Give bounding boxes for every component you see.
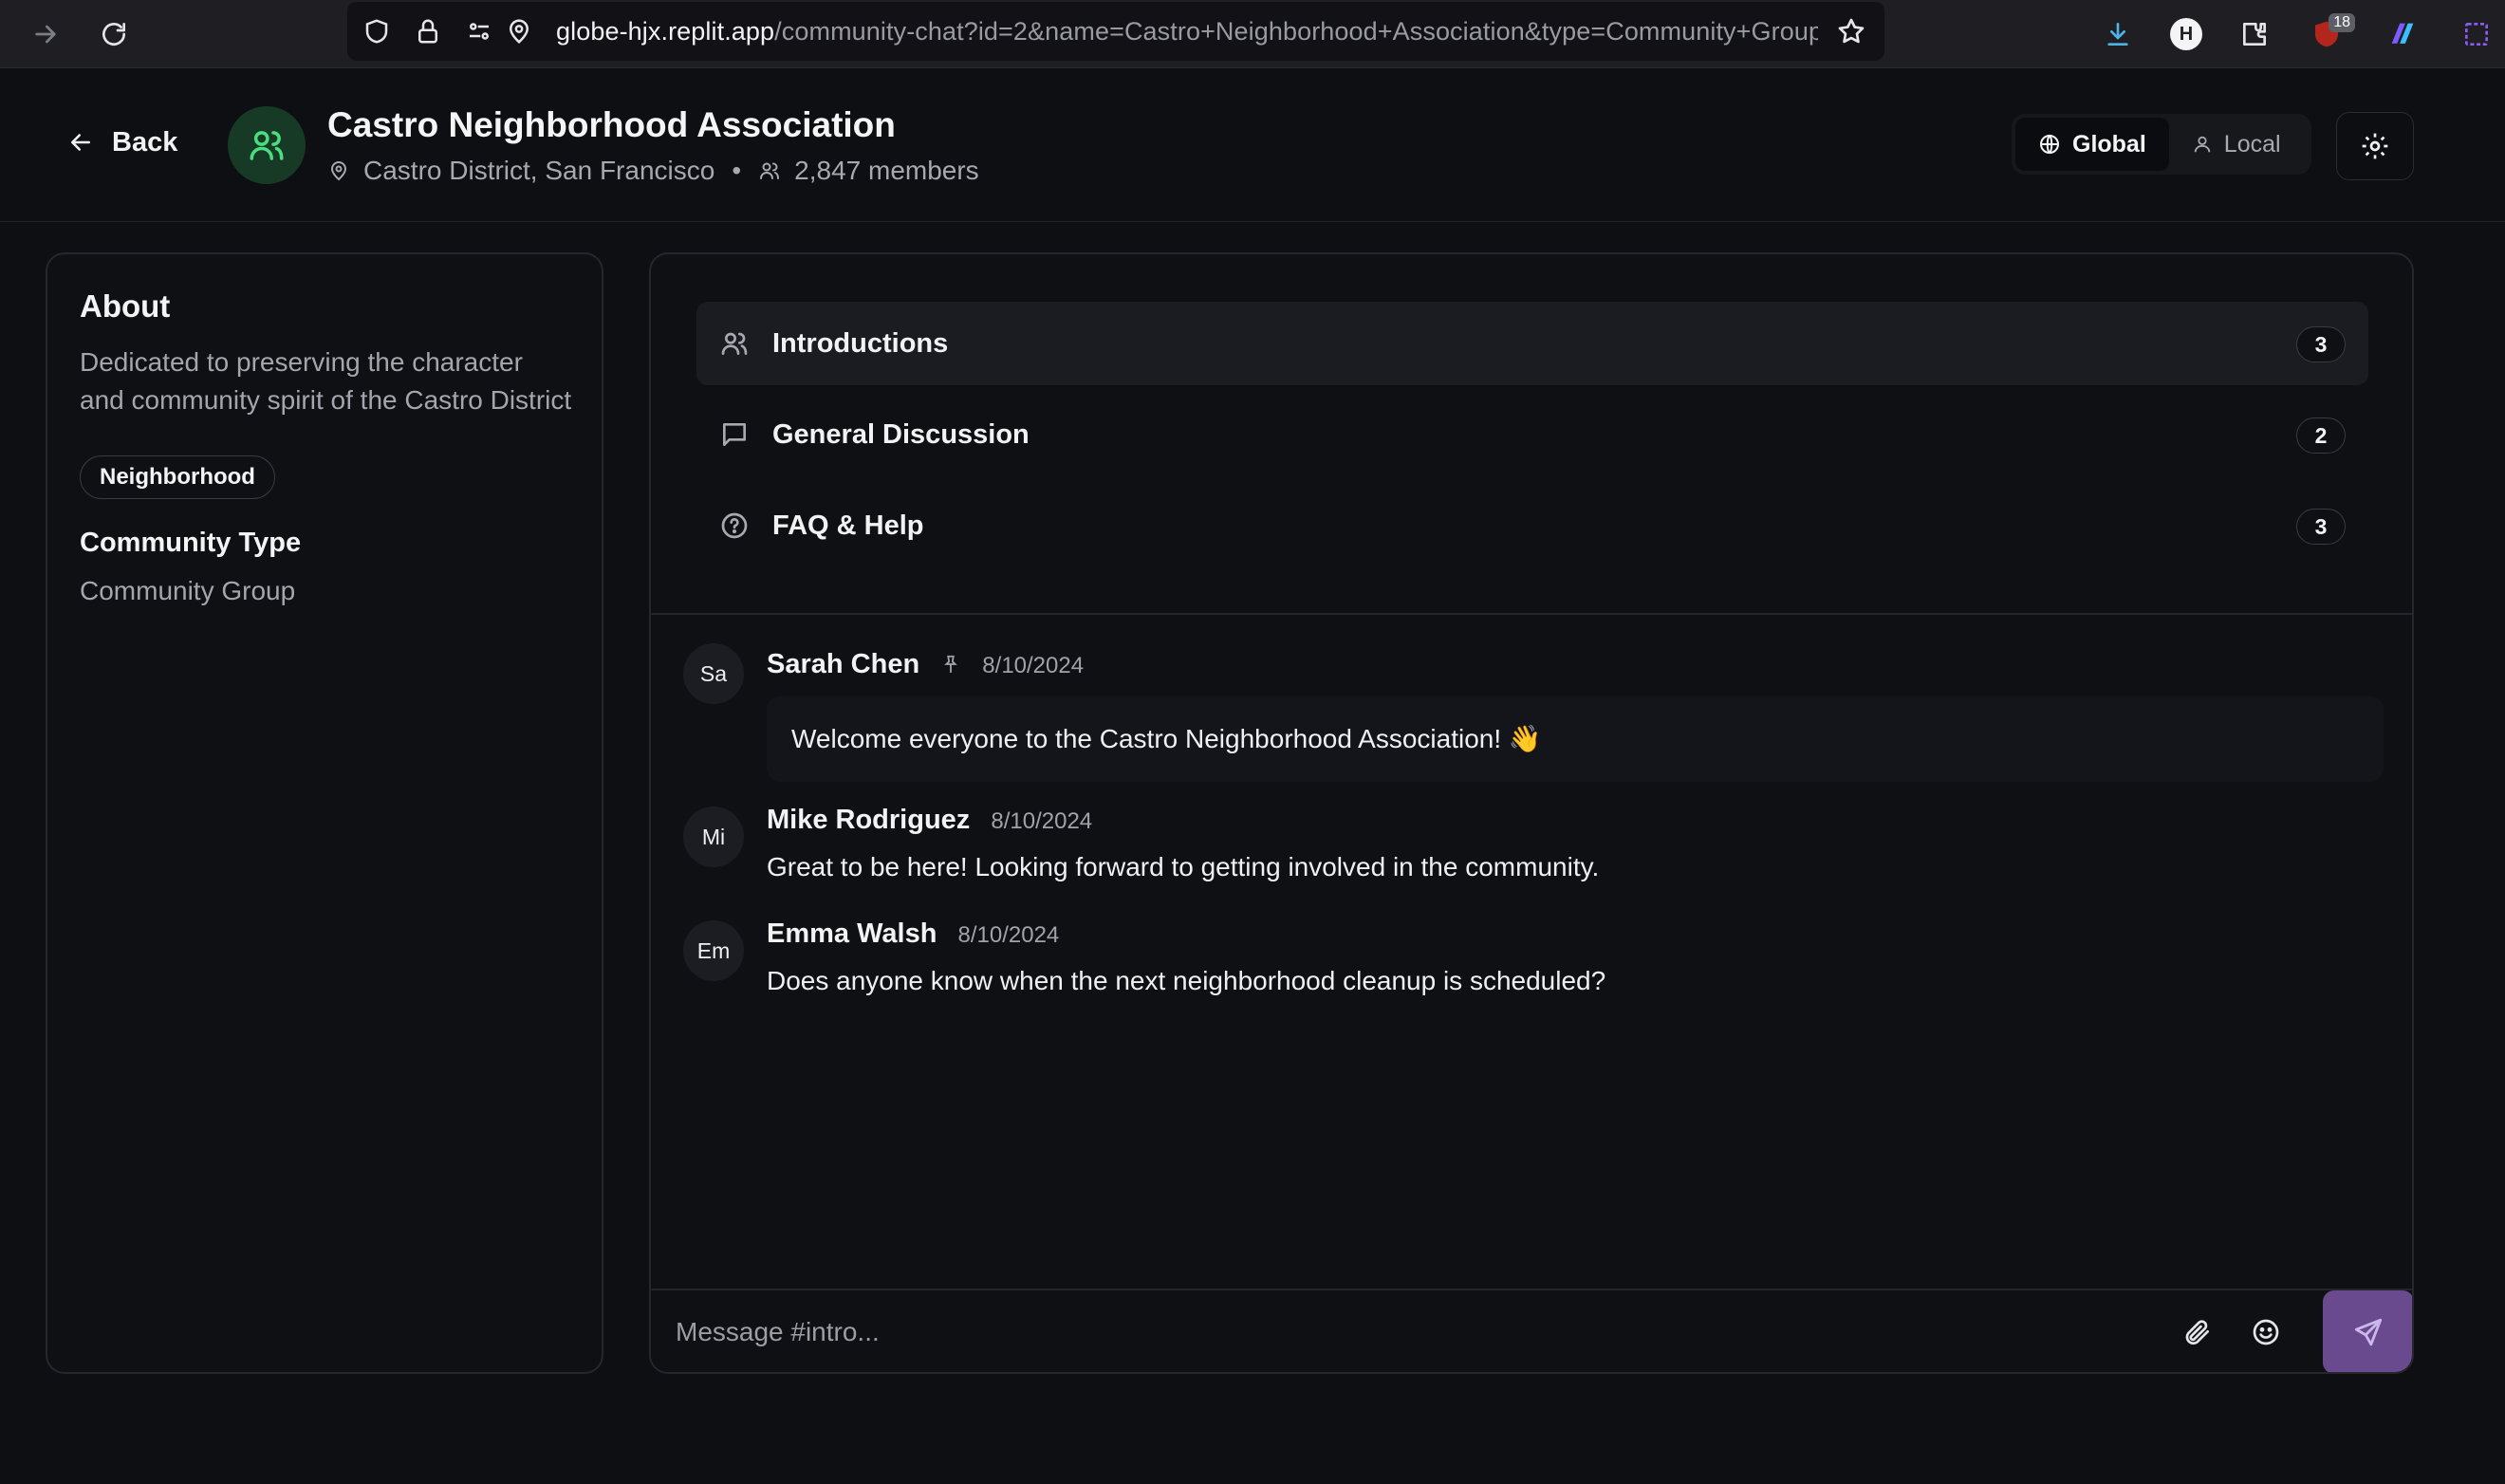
globe-icon: [2040, 135, 2059, 154]
attach-button[interactable]: [2177, 1311, 2218, 1353]
about-description: Dedicated to preserving the character an…: [80, 347, 572, 415]
channel-count-badge: 2: [2296, 417, 2346, 454]
lock-icon[interactable]: [410, 13, 446, 49]
address-bar[interactable]: globe-hjx.replit.app/community-chat?id=2…: [347, 2, 1884, 61]
avatar[interactable]: Em: [683, 920, 744, 981]
forward-arrow-icon[interactable]: [23, 11, 68, 57]
browser-toolbar: globe-hjx.replit.app/community-chat?id=2…: [0, 0, 2505, 68]
channel-count-badge: 3: [2296, 326, 2346, 362]
community-type-title: Community Type: [80, 528, 302, 558]
channel-count-badge: 3: [2296, 509, 2346, 545]
message-item: Em Emma Walsh 8/10/2024 Does anyone know…: [683, 918, 2391, 1013]
channel-faq-help[interactable]: FAQ & Help 3: [696, 484, 2368, 567]
smiley-icon: [2253, 1319, 2279, 1345]
users-icon: [250, 131, 284, 160]
message-author[interactable]: Emma Walsh: [767, 918, 937, 949]
community-location: Castro District, San Francisco: [363, 156, 715, 185]
emoji-button[interactable]: [2245, 1311, 2287, 1353]
chat-bubble-icon: [723, 423, 746, 446]
channel-introductions[interactable]: Introductions 3: [696, 302, 2368, 385]
pin-icon: [944, 655, 958, 674]
send-button[interactable]: [2323, 1290, 2412, 1372]
message-author[interactable]: Mike Rodriguez: [767, 805, 970, 835]
back-button[interactable]: Back: [66, 119, 177, 166]
back-label: Back: [112, 126, 178, 158]
channel-list: Introductions 3 General Discussion 2 FAQ…: [696, 302, 2368, 575]
avatar[interactable]: Mi: [683, 807, 744, 867]
help-circle-icon: [721, 512, 748, 539]
community-header: Back Castro Neighborhood Association Cas…: [0, 68, 2505, 222]
channel-label: Introductions: [772, 327, 949, 359]
bookmark-star-icon[interactable]: [1833, 13, 1869, 49]
message-author[interactable]: Sarah Chen: [767, 649, 919, 679]
chat-panel: Introductions 3 General Discussion 2 FAQ…: [649, 252, 2414, 1374]
send-icon: [2354, 1318, 2383, 1346]
meta-separator: •: [732, 156, 742, 185]
global-label: Global: [2072, 130, 2146, 158]
paperclip-icon: [2185, 1320, 2209, 1345]
member-count: 2,847 members: [794, 156, 979, 185]
user-icon: [2194, 136, 2211, 153]
community-meta: Castro District, San Francisco • 2,847 m…: [327, 156, 979, 186]
h-extension-letter: H: [2170, 18, 2202, 50]
message-date: 8/10/2024: [991, 808, 1093, 834]
scope-toggle: Global Local: [2012, 114, 2311, 175]
h-extension-icon[interactable]: H: [2163, 11, 2209, 57]
extensions-puzzle-icon[interactable]: [2232, 11, 2277, 57]
message-header: Emma Walsh 8/10/2024: [767, 918, 1059, 950]
members-icon: [760, 162, 780, 179]
category-tag: Neighborhood: [80, 455, 275, 499]
reload-icon[interactable]: [91, 11, 137, 57]
local-label: Local: [2223, 130, 2281, 158]
message-text: Great to be here! Looking forward to get…: [767, 852, 1600, 881]
community-avatar: [228, 106, 306, 184]
message-input[interactable]: [651, 1290, 2308, 1372]
channel-label: General Discussion: [772, 418, 1030, 450]
community-type-value: Community Group: [80, 576, 296, 605]
downloads-icon[interactable]: [2095, 11, 2141, 57]
page-title: Castro Neighborhood Association: [327, 105, 896, 144]
shield-icon[interactable]: [359, 13, 395, 49]
message-item: Sa Sarah Chen 8/10/2024 Welcome everyone…: [683, 615, 2391, 786]
color-extension-icon[interactable]: [2380, 11, 2425, 57]
pinned-message-text: Welcome everyone to the Castro Neighborh…: [767, 696, 2384, 782]
message-date: 8/10/2024: [957, 922, 1060, 948]
about-sidebar: About Dedicated to preserving the charac…: [46, 252, 603, 1374]
ublock-icon[interactable]: 18: [2304, 11, 2355, 57]
location-pin-icon[interactable]: [501, 13, 537, 49]
url-text[interactable]: globe-hjx.replit.app/community-chat?id=2…: [556, 17, 1818, 46]
location-pin-icon: [330, 161, 347, 181]
extension-badge: 18: [2329, 13, 2355, 32]
message-header: Mike Rodriguez 8/10/2024: [767, 805, 1092, 836]
users-icon: [721, 332, 748, 355]
settings-button[interactable]: [2336, 112, 2414, 180]
permissions-icon[interactable]: [461, 13, 497, 49]
arrow-left-icon: [71, 134, 90, 151]
message-item: Mi Mike Rodriguez 8/10/2024 Great to be …: [683, 805, 2391, 900]
channel-label: FAQ & Help: [772, 510, 924, 541]
local-toggle-button[interactable]: Local: [2169, 118, 2304, 171]
message-date: 8/10/2024: [982, 653, 1085, 678]
global-toggle-button[interactable]: Global: [2015, 118, 2169, 171]
about-title: About: [80, 288, 171, 324]
message-composer: [651, 1289, 2412, 1372]
gear-icon: [2362, 133, 2388, 159]
channel-general-discussion[interactable]: General Discussion 2: [696, 393, 2368, 476]
avatar[interactable]: Sa: [683, 643, 744, 704]
message-text: Does anyone know when the next neighborh…: [767, 966, 1606, 995]
screenshot-icon[interactable]: [2454, 11, 2499, 57]
message-header: Sarah Chen 8/10/2024: [767, 649, 1084, 680]
